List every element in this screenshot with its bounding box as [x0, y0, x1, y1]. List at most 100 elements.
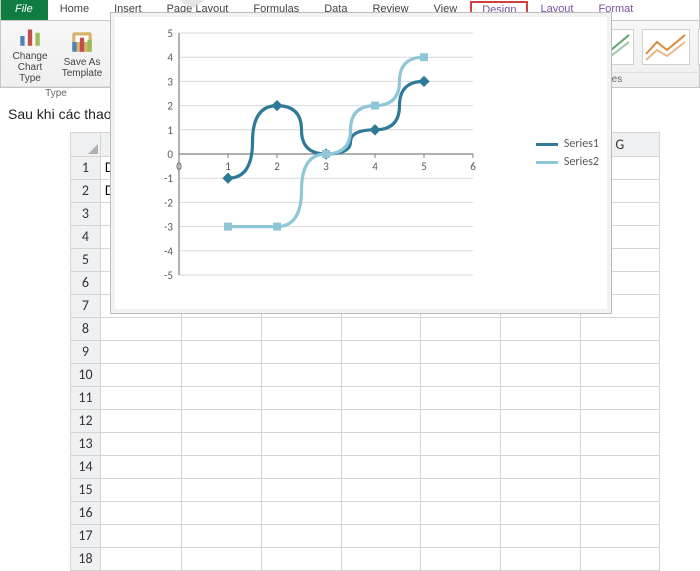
cell-G10[interactable] — [580, 363, 659, 386]
chart-type-icon — [17, 23, 43, 49]
cell-D16[interactable] — [341, 501, 421, 524]
cell-C17[interactable] — [261, 524, 341, 547]
cell-D12[interactable] — [341, 409, 421, 432]
cell-E13[interactable] — [421, 432, 501, 455]
cell-A9[interactable] — [100, 340, 181, 363]
cell-A18[interactable] — [100, 547, 181, 570]
svg-text:-5: -5 — [164, 269, 173, 282]
cell-B17[interactable] — [181, 524, 261, 547]
svg-text:5: 5 — [167, 27, 173, 40]
cell-B15[interactable] — [181, 478, 261, 501]
cell-C9[interactable] — [261, 340, 341, 363]
cell-D15[interactable] — [341, 478, 421, 501]
cell-B16[interactable] — [181, 501, 261, 524]
cell-A12[interactable] — [100, 409, 181, 432]
cell-G8[interactable] — [580, 317, 659, 340]
cell-B8[interactable] — [181, 317, 261, 340]
row-header-12[interactable]: 12 — [71, 409, 101, 432]
change-chart-type-label: Change Chart Type — [7, 51, 53, 84]
cell-C16[interactable] — [261, 501, 341, 524]
cell-C13[interactable] — [261, 432, 341, 455]
cell-G18[interactable] — [580, 547, 659, 570]
chart-legend: Series1 Series2 — [536, 133, 599, 173]
cell-F18[interactable] — [500, 547, 580, 570]
cell-A16[interactable] — [100, 501, 181, 524]
cell-B14[interactable] — [181, 455, 261, 478]
cell-D8[interactable] — [341, 317, 421, 340]
cell-D14[interactable] — [341, 455, 421, 478]
cell-E14[interactable] — [421, 455, 501, 478]
cell-B18[interactable] — [181, 547, 261, 570]
cell-G17[interactable] — [580, 524, 659, 547]
row-header-13[interactable]: 13 — [71, 432, 101, 455]
cell-D18[interactable] — [341, 547, 421, 570]
cell-D10[interactable] — [341, 363, 421, 386]
cell-F16[interactable] — [500, 501, 580, 524]
cell-F9[interactable] — [500, 340, 580, 363]
chart-object[interactable]: -5-4-3-2-10123450123456 Series1 Series2 — [110, 12, 612, 314]
cell-G14[interactable] — [580, 455, 659, 478]
cell-D9[interactable] — [341, 340, 421, 363]
cell-A8[interactable] — [100, 317, 181, 340]
cell-B12[interactable] — [181, 409, 261, 432]
cell-G12[interactable] — [580, 409, 659, 432]
cell-E12[interactable] — [421, 409, 501, 432]
cell-E10[interactable] — [421, 363, 501, 386]
row-header-10[interactable]: 10 — [71, 363, 101, 386]
tab-file[interactable]: File — [1, 0, 48, 20]
cell-F8[interactable] — [500, 317, 580, 340]
row-header-18[interactable]: 18 — [71, 547, 101, 570]
cell-D11[interactable] — [341, 386, 421, 409]
svg-text:-4: -4 — [164, 245, 173, 258]
row-header-8[interactable]: 8 — [71, 317, 101, 340]
cell-C12[interactable] — [261, 409, 341, 432]
cell-B10[interactable] — [181, 363, 261, 386]
row-header-11[interactable]: 11 — [71, 386, 101, 409]
change-chart-type-button[interactable]: Change Chart Type — [7, 23, 53, 84]
row-header-16[interactable]: 16 — [71, 501, 101, 524]
cell-G9[interactable] — [580, 340, 659, 363]
cell-C18[interactable] — [261, 547, 341, 570]
cell-E8[interactable] — [421, 317, 501, 340]
row-header-14[interactable]: 14 — [71, 455, 101, 478]
cell-A10[interactable] — [100, 363, 181, 386]
cell-G15[interactable] — [580, 478, 659, 501]
row-header-17[interactable]: 17 — [71, 524, 101, 547]
cell-F11[interactable] — [500, 386, 580, 409]
cell-A11[interactable] — [100, 386, 181, 409]
cell-F14[interactable] — [500, 455, 580, 478]
cell-B9[interactable] — [181, 340, 261, 363]
cell-E9[interactable] — [421, 340, 501, 363]
cell-B13[interactable] — [181, 432, 261, 455]
cell-F10[interactable] — [500, 363, 580, 386]
cell-A15[interactable] — [100, 478, 181, 501]
cell-D17[interactable] — [341, 524, 421, 547]
cell-C8[interactable] — [261, 317, 341, 340]
cell-G11[interactable] — [580, 386, 659, 409]
cell-C10[interactable] — [261, 363, 341, 386]
cell-F13[interactable] — [500, 432, 580, 455]
cell-G16[interactable] — [580, 501, 659, 524]
cell-B11[interactable] — [181, 386, 261, 409]
cell-E18[interactable] — [421, 547, 501, 570]
cell-C11[interactable] — [261, 386, 341, 409]
row-header-9[interactable]: 9 — [71, 340, 101, 363]
cell-E11[interactable] — [421, 386, 501, 409]
svg-text:-1: -1 — [164, 172, 173, 185]
cell-E15[interactable] — [421, 478, 501, 501]
cell-A14[interactable] — [100, 455, 181, 478]
cell-F17[interactable] — [500, 524, 580, 547]
cell-G13[interactable] — [580, 432, 659, 455]
cell-E16[interactable] — [421, 501, 501, 524]
cell-F12[interactable] — [500, 409, 580, 432]
cell-E17[interactable] — [421, 524, 501, 547]
row-header-15[interactable]: 15 — [71, 478, 101, 501]
svg-text:4: 4 — [167, 51, 173, 64]
cell-A17[interactable] — [100, 524, 181, 547]
cell-F15[interactable] — [500, 478, 580, 501]
cell-C14[interactable] — [261, 455, 341, 478]
cell-A13[interactable] — [100, 432, 181, 455]
cell-C15[interactable] — [261, 478, 341, 501]
legend-label-1: Series1 — [564, 137, 599, 151]
cell-D13[interactable] — [341, 432, 421, 455]
